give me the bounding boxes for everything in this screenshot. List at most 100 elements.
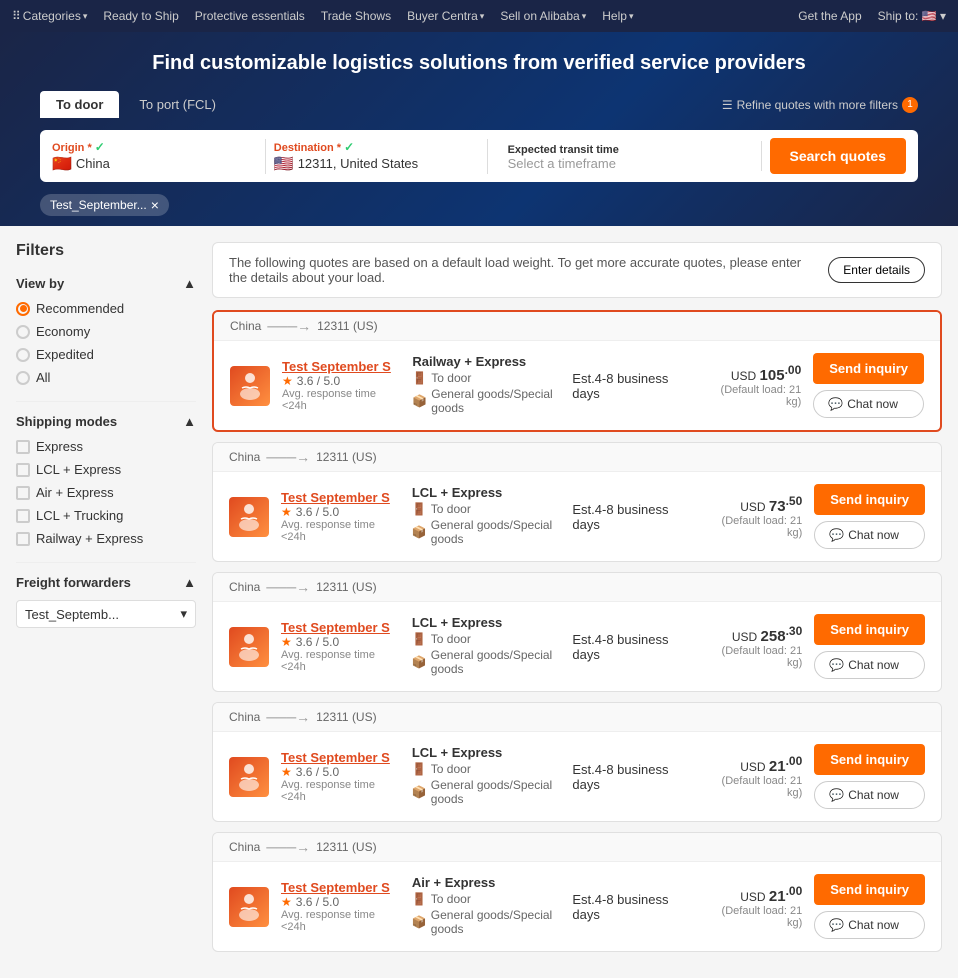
results-area: The following quotes are based on a defa… bbox=[212, 242, 942, 962]
goods-type-1: 📦 General goods/Special goods bbox=[412, 387, 560, 415]
send-inquiry-btn-1[interactable]: Send inquiry bbox=[813, 353, 924, 384]
shipping-mode-4: LCL + Express bbox=[412, 745, 561, 760]
radio-all bbox=[16, 371, 30, 385]
checkbox-lcl-trucking bbox=[16, 509, 30, 523]
quote-card-1: China ───→ 12311 (US) Test September S ★… bbox=[212, 310, 942, 432]
route-to-5: 12311 (US) bbox=[316, 840, 376, 854]
goods-type-5: 📦 General goods/Special goods bbox=[412, 908, 561, 936]
ship-to[interactable]: Ship to: 🇺🇸 ▾ bbox=[878, 9, 946, 23]
company-rating-5: ★ 3.6 / 5.0 bbox=[281, 895, 400, 909]
transit-label: Expected transit time bbox=[508, 144, 619, 156]
radio-expedited bbox=[16, 348, 30, 362]
route-from-3: China bbox=[229, 580, 260, 594]
mode-railway[interactable]: Railway + Express bbox=[16, 531, 196, 546]
chevron-up-icon-2: ▲ bbox=[183, 414, 196, 429]
nav-ready-to-ship[interactable]: Ready to Ship bbox=[103, 9, 178, 23]
transit-estimate-5: Est.4-8 business days bbox=[572, 892, 691, 922]
nav-trade-shows[interactable]: Trade Shows bbox=[321, 9, 391, 23]
delivery-type-4: 🚪 To door bbox=[412, 762, 561, 776]
shipping-mode-3: LCL + Express bbox=[412, 615, 561, 630]
company-rating-2: ★ 3.6 / 5.0 bbox=[281, 505, 400, 519]
nav-sell[interactable]: Sell on Alibaba ▾ bbox=[500, 9, 586, 23]
response-time-1: Avg. response time <24h bbox=[282, 388, 400, 412]
quote-card-3: China ───→ 12311 (US) Test September S ★… bbox=[212, 572, 942, 692]
send-inquiry-btn-3[interactable]: Send inquiry bbox=[814, 614, 925, 645]
default-load-5: (Default load: 21 kg) bbox=[703, 905, 802, 929]
refine-quotes-btn[interactable]: ☰ Refine quotes with more filters 1 bbox=[722, 97, 918, 113]
price-2: USD 73.50 bbox=[703, 494, 802, 515]
enter-details-button[interactable]: Enter details bbox=[828, 257, 925, 283]
shipping-modes-header[interactable]: Shipping modes ▲ bbox=[16, 414, 196, 429]
tag-close-icon[interactable]: × bbox=[151, 197, 159, 213]
chat-icon-3: 💬 bbox=[829, 658, 844, 672]
transit-estimate-2: Est.4-8 business days bbox=[572, 502, 691, 532]
send-inquiry-btn-2[interactable]: Send inquiry bbox=[814, 484, 925, 515]
door-icon: 🚪 bbox=[412, 502, 427, 516]
origin-field[interactable]: Origin * ✓ 🇨🇳 China bbox=[52, 139, 266, 174]
mode-express[interactable]: Express bbox=[16, 439, 196, 454]
company-logo-3 bbox=[229, 627, 269, 667]
chat-now-btn-1[interactable]: 💬 Chat now bbox=[813, 390, 924, 418]
default-load-3: (Default load: 21 kg) bbox=[703, 645, 802, 669]
mode-lcl-express[interactable]: LCL + Express bbox=[16, 462, 196, 477]
tab-to-door[interactable]: To door bbox=[40, 91, 119, 118]
nav-protective[interactable]: Protective essentials bbox=[195, 9, 305, 23]
destination-check-icon: ✓ bbox=[344, 140, 354, 154]
search-quotes-button[interactable]: Search quotes bbox=[770, 138, 906, 174]
mode-air-express[interactable]: Air + Express bbox=[16, 485, 196, 500]
chat-now-btn-5[interactable]: 💬 Chat now bbox=[814, 911, 925, 939]
default-load-4: (Default load: 21 kg) bbox=[703, 775, 802, 799]
view-by-header[interactable]: View by ▲ bbox=[16, 276, 196, 291]
filter-tag[interactable]: Test_September... × bbox=[40, 194, 169, 216]
route-to-1: 12311 (US) bbox=[317, 319, 377, 333]
chevron-help: ▾ bbox=[629, 11, 634, 22]
nav-help[interactable]: Help ▾ bbox=[602, 9, 633, 23]
checkbox-railway bbox=[16, 532, 30, 546]
chat-now-btn-4[interactable]: 💬 Chat now bbox=[814, 781, 925, 809]
freight-forwarders-header[interactable]: Freight forwarders ▲ bbox=[16, 575, 196, 590]
get-the-app[interactable]: Get the App bbox=[798, 9, 861, 23]
company-logo-5 bbox=[229, 887, 269, 927]
nav-buyer-centra[interactable]: Buyer Centra ▾ bbox=[407, 9, 484, 23]
route-to-3: 12311 (US) bbox=[316, 580, 376, 594]
chat-now-btn-2[interactable]: 💬 Chat now bbox=[814, 521, 925, 549]
chevron-sell: ▾ bbox=[582, 11, 587, 22]
chat-now-btn-3[interactable]: 💬 Chat now bbox=[814, 651, 925, 679]
quote-route-3: China ───→ 12311 (US) bbox=[213, 573, 941, 602]
quote-route-5: China ───→ 12311 (US) bbox=[213, 833, 941, 862]
quote-route-4: China ───→ 12311 (US) bbox=[213, 703, 941, 732]
filter-all[interactable]: All bbox=[16, 370, 196, 385]
filter-economy[interactable]: Economy bbox=[16, 324, 196, 339]
response-time-2: Avg. response time <24h bbox=[281, 519, 400, 543]
company-logo-4 bbox=[229, 757, 269, 797]
company-name-1[interactable]: Test September S bbox=[282, 359, 400, 374]
company-name-3[interactable]: Test September S bbox=[281, 620, 400, 635]
shipping-mode-2: LCL + Express bbox=[412, 485, 561, 500]
forwarder-dropdown[interactable]: Test_Septemb... ▾ bbox=[16, 600, 196, 628]
chat-icon-4: 💬 bbox=[829, 788, 844, 802]
quote-body-4: Test September S ★ 3.6 / 5.0 Avg. respon… bbox=[213, 732, 941, 821]
freight-forwarders-section: Freight forwarders ▲ Test_Septemb... ▾ bbox=[16, 575, 196, 628]
filter-expedited[interactable]: Expedited bbox=[16, 347, 196, 362]
price-section-4: USD 21.00 (Default load: 21 kg) bbox=[703, 754, 802, 799]
default-load-2: (Default load: 21 kg) bbox=[703, 515, 802, 539]
mode-lcl-trucking[interactable]: LCL + Trucking bbox=[16, 508, 196, 523]
send-inquiry-btn-5[interactable]: Send inquiry bbox=[814, 874, 925, 905]
company-name-5[interactable]: Test September S bbox=[281, 880, 400, 895]
company-name-2[interactable]: Test September S bbox=[281, 490, 400, 505]
quotes-list: China ───→ 12311 (US) Test September S ★… bbox=[212, 310, 942, 952]
tab-to-port[interactable]: To port (FCL) bbox=[123, 91, 232, 118]
send-inquiry-btn-4[interactable]: Send inquiry bbox=[814, 744, 925, 775]
filter-recommended[interactable]: Recommended bbox=[16, 301, 196, 316]
destination-field[interactable]: Destination * ✓ 🇺🇸 12311, United States bbox=[274, 139, 488, 174]
company-name-4[interactable]: Test September S bbox=[281, 750, 400, 765]
actions-1: Send inquiry 💬 Chat now bbox=[813, 353, 924, 418]
transit-time-field[interactable]: Expected transit time Select a timeframe bbox=[496, 141, 762, 171]
actions-2: Send inquiry 💬 Chat now bbox=[814, 484, 925, 549]
box-icon: 📦 bbox=[412, 915, 427, 929]
box-icon: 📦 bbox=[412, 785, 427, 799]
destination-flag: 🇺🇸 bbox=[274, 154, 294, 174]
origin-value: China bbox=[76, 156, 110, 171]
nav-categories[interactable]: ⠿ Categories ▾ bbox=[12, 9, 87, 23]
price-section-2: USD 73.50 (Default load: 21 kg) bbox=[703, 494, 802, 539]
